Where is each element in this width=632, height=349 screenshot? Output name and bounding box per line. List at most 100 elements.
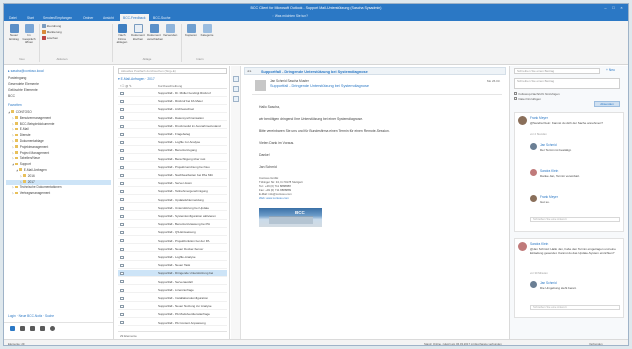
file-checkbox[interactable]: Datei hinzufügen xyxy=(514,97,541,101)
message-row[interactable]: Supportfall - Datensynchronisation xyxy=(118,115,227,122)
attach-icon[interactable] xyxy=(233,96,239,102)
message-row[interactable]: Supportfall - PA Modulverdienstanfrage xyxy=(118,311,227,318)
tab-start[interactable]: Start xyxy=(24,14,37,21)
message-row[interactable]: Supportfall - Berechtigung über rest xyxy=(118,156,227,163)
message-row[interactable]: Supportfall - Logfile zur Analyse xyxy=(118,139,227,146)
tab-bcc-suche[interactable]: BCC-Suche xyxy=(150,14,173,21)
tab-ordner[interactable]: Ordner xyxy=(80,14,96,21)
message-row[interactable]: Supportfall - Dr. Müller benötigt Rückru… xyxy=(118,90,227,97)
reply-author[interactable]: Sandra Klein xyxy=(540,169,558,173)
category-button[interactable]: Kategorie xyxy=(200,24,214,38)
delete-label: Löschen xyxy=(46,36,59,40)
category-label: Kategorie xyxy=(200,33,214,37)
message-row[interactable]: Supportfall - Unterstützung bei Update xyxy=(118,205,227,212)
message-row[interactable]: Supportfall - Logfile-Analyse xyxy=(118,254,227,261)
new-feedback-button[interactable]: + Neu xyxy=(606,68,615,72)
nav-footer-links[interactable]: Login · Neue BCC-Notiz · Suche xyxy=(4,314,113,320)
copy-button[interactable]: Kopieren xyxy=(184,24,198,38)
message-row[interactable]: Supportfall - Druckmodul im Ausnahmezust… xyxy=(118,123,227,130)
submit-post-button[interactable]: Absenden xyxy=(594,101,620,107)
message-row[interactable]: Supportfall - Projektfunktion bei der PA xyxy=(118,238,227,245)
close-icon[interactable]: × xyxy=(618,5,625,11)
signature-web-link[interactable]: Web: www.contoso.com xyxy=(259,196,289,200)
folder-icon xyxy=(15,116,19,119)
folder-label: Tabellen/Neue xyxy=(19,156,41,161)
message-row[interactable]: Supportfall - Lizenzanfrage xyxy=(118,287,227,294)
calendar-icon[interactable] xyxy=(20,326,25,331)
reply-input[interactable]: Schreiben Sie eine Antwort xyxy=(530,217,620,222)
reply-author[interactable]: Frank Meyer xyxy=(540,195,558,199)
folder-icon xyxy=(15,127,19,131)
send-button[interactable]: Versenden xyxy=(163,24,177,38)
assign-button[interactable]: Zuordnung xyxy=(42,24,61,29)
message-row[interactable]: Supportfall - PA Content Anpassung xyxy=(118,320,227,327)
email-closing: Danke! xyxy=(259,153,270,157)
tab-datei[interactable]: Datei xyxy=(6,14,20,21)
message-row[interactable]: Supportfall - Nachbearbeiten bei PAs Mit… xyxy=(118,172,227,179)
folder-item[interactable]: ▷ Vertragsmanagement xyxy=(6,191,111,197)
flag-button[interactable]: Markierung xyxy=(42,30,62,35)
message-row[interactable]: Supportfall - Benutzerzugang xyxy=(118,147,227,154)
message-row[interactable]: Supportfall - Benutzerzulassung bei PA xyxy=(118,221,227,228)
feedback-search-input[interactable]: Schreiben Sie einen Beitrag xyxy=(514,68,600,74)
message-row[interactable]: Supportfall - Systemkonfiguration aktivi… xyxy=(118,213,227,220)
message-row[interactable]: Supportfall - Projektzuordnung bei Neu xyxy=(118,164,227,171)
followup-checkbox[interactable]: Followup-Nachricht hinzufügen xyxy=(514,92,560,96)
mail-search-input[interactable]: Aktuelles Postfach durchsuchen (Strg+E) xyxy=(118,68,227,74)
new-entry-button[interactable]: Neuer Eintrag xyxy=(7,24,21,41)
message-subject: Supportfall - Dr. Müller benötigt Rückru… xyxy=(158,91,211,95)
folder-label: Project Management xyxy=(19,150,50,155)
post-input[interactable]: Schreiben Sie einen Beitrag xyxy=(514,78,620,89)
message-row[interactable]: Supportfall - QS-Einweisung xyxy=(118,229,227,236)
message-row[interactable]: Supportfall - Neuer Docker-Server xyxy=(118,246,227,253)
reply-icon[interactable] xyxy=(233,76,239,82)
message-row[interactable]: Supportfall - Archivwechsel xyxy=(118,106,227,113)
message-row[interactable]: Supportfall - Installationskonfiguration xyxy=(118,295,227,302)
message-row[interactable]: Supportfall - Dringende Unterstützung be… xyxy=(118,270,227,277)
folder-icon xyxy=(15,145,19,148)
post-text: @Sandra Klein: Kannst du dich der Sache … xyxy=(530,121,603,125)
reply-author[interactable]: Jan Schmid xyxy=(540,281,557,285)
post-author[interactable]: Sandra Klein xyxy=(530,242,548,246)
more-icon[interactable] xyxy=(50,326,55,331)
email-date: Mo 26.03. xyxy=(487,79,501,83)
ribbon-divider xyxy=(39,24,40,62)
fav-bcc[interactable]: BCC xyxy=(8,93,15,99)
message-row[interactable]: Supportfall - Teilnehmergenehmigung xyxy=(118,188,227,195)
delete-document-button[interactable]: Dokument löschen xyxy=(131,24,145,41)
tell-me-search[interactable]: ◌ Was möchten Sie tun? xyxy=(272,14,308,20)
people-icon[interactable] xyxy=(30,326,35,331)
copy-icon xyxy=(186,24,196,33)
open-conversation-button[interactable]: Im Gespräch öffnen xyxy=(22,24,36,45)
nav-arrows-icon[interactable]: ◂ ▸ xyxy=(247,69,252,73)
tab-senden-empfangen[interactable]: Senden/Empfangen xyxy=(40,14,75,21)
mail-icon[interactable] xyxy=(10,326,15,331)
post-author[interactable]: Frank Meyer xyxy=(530,116,548,120)
list-column-header[interactable]: ! ☐ @ ✎ Kurzbeschreibung xyxy=(118,83,227,89)
file-by-company-button[interactable]: Nach Firma ablegen xyxy=(115,24,129,45)
message-row[interactable]: Supportfall - Server down xyxy=(118,180,227,187)
sender-line[interactable]: Jan Schmid Sascha Muster xyxy=(270,79,309,83)
tab-bcc-feedback[interactable]: BCC-Feedback xyxy=(120,14,149,21)
tab-ansicht[interactable]: Ansicht xyxy=(100,14,117,21)
message-row[interactable]: Supportfall - Serverausfall xyxy=(118,279,227,286)
avatar xyxy=(530,169,537,176)
move-document-button[interactable]: Dokument verschieben xyxy=(147,24,163,41)
message-row[interactable]: Supportfall - Updatefehlermeldung xyxy=(118,197,227,204)
message-subject: Supportfall - Datensynchronisation xyxy=(158,115,204,120)
mailbox-root[interactable]: ▸ sascha@contoso.local xyxy=(8,68,44,74)
tell-me-label: Was möchten Sie tun? xyxy=(274,14,308,18)
message-row[interactable]: Supportfall - Rückruf bei FA Meier xyxy=(118,98,227,105)
delete-button[interactable]: Löschen xyxy=(42,36,58,41)
maximize-icon[interactable]: □ xyxy=(610,5,617,11)
folder-icon xyxy=(15,185,19,189)
message-row[interactable]: Supportfall - Neuer Nutzung zur Analyse xyxy=(118,303,227,310)
minimize-icon[interactable]: – xyxy=(602,5,609,11)
reply-author[interactable]: Jan Schmid xyxy=(540,143,557,147)
tasks-icon[interactable] xyxy=(40,326,45,331)
forward-icon[interactable] xyxy=(233,86,239,92)
message-row[interactable]: Supportfall - Fragebeleg xyxy=(118,131,227,138)
message-row[interactable]: Supportfall - Neuer Task xyxy=(118,262,227,269)
reply-input[interactable]: Schreiben Sie eine Antwort xyxy=(530,305,620,310)
favorites-header[interactable]: Favoriten xyxy=(8,102,22,108)
